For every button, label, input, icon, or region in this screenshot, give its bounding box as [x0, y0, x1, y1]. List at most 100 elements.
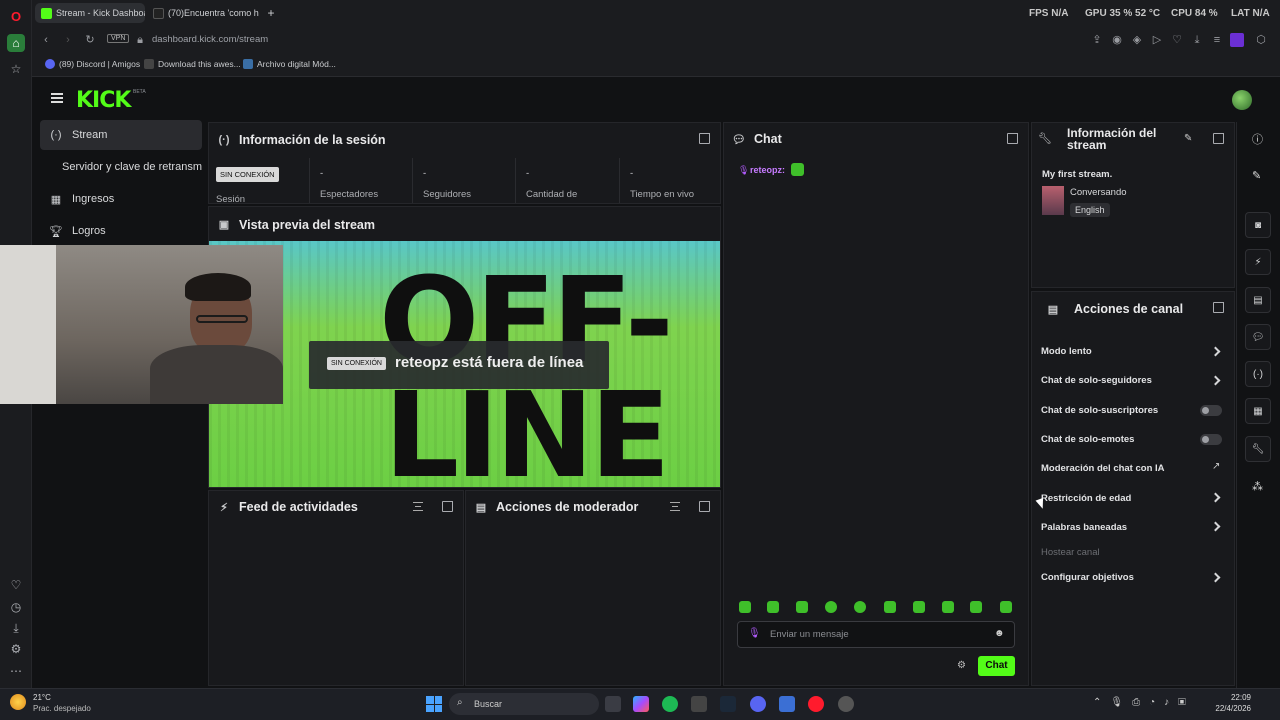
rail-camera-icon[interactable]: ◙	[1245, 212, 1271, 238]
search-placeholder: Buscar	[474, 699, 503, 709]
history-icon[interactable]: ◷	[7, 598, 25, 616]
external-link-icon[interactable]: ↗	[1212, 461, 1220, 472]
heart-icon[interactable]: ♡	[7, 576, 25, 594]
emote-icon[interactable]	[796, 601, 808, 613]
start-icon[interactable]	[426, 696, 442, 712]
emote-icon[interactable]	[739, 601, 751, 613]
popout-icon[interactable]	[442, 501, 453, 512]
extension-icon[interactable]	[1230, 33, 1244, 47]
bookmark-archivo[interactable]: Archivo digital Mód...	[243, 59, 336, 69]
heart-icon[interactable]: ♡	[1170, 33, 1184, 47]
filter-icon[interactable]	[670, 502, 680, 511]
action-modo-lento[interactable]: Modo lento	[1041, 346, 1092, 357]
category-thumbnail[interactable]	[1042, 186, 1064, 215]
nav-server-key[interactable]: Servidor y clave de retransm	[40, 152, 202, 182]
play-icon[interactable]: ▷	[1150, 33, 1164, 47]
reload-icon[interactable]: ↻	[83, 33, 97, 47]
action-moderacion-ia[interactable]: Moderación del chat con IA	[1041, 463, 1165, 474]
app-icon[interactable]	[691, 696, 707, 712]
weather-desc[interactable]: Prac. despejado	[33, 704, 91, 713]
emote-icon[interactable]	[854, 601, 866, 613]
tab-kick-dashboard[interactable]: Stream - Kick Dashboard	[35, 3, 145, 23]
menu-icon[interactable]: ≡	[1210, 33, 1224, 47]
emote-icon[interactable]	[1000, 601, 1012, 613]
box-icon[interactable]: ⬡	[1254, 33, 1268, 47]
popout-icon[interactable]	[1213, 302, 1224, 313]
chat-settings-icon[interactable]: ⚙	[957, 660, 966, 671]
tray-icons[interactable]: ⌃🎙︎⎙◔♪▣	[1093, 697, 1195, 708]
info-icon[interactable]: ⓘ	[1252, 131, 1263, 147]
stream-preview-image[interactable]: OFF- LINE SIN CONEXIÓN reteopz está fuer…	[209, 241, 720, 487]
rail-chat-icon[interactable]: 💬︎	[1245, 324, 1271, 350]
rail-wrench-icon[interactable]: 🔧︎	[1245, 436, 1271, 462]
weather-temp[interactable]: 21°C	[33, 693, 51, 702]
camera-icon[interactable]: ◉	[1110, 33, 1124, 47]
task-view-icon[interactable]	[605, 696, 621, 712]
vpn-badge[interactable]: VPN	[107, 34, 130, 43]
toggle-solo-suscriptores[interactable]	[1200, 405, 1222, 416]
downloads-icon[interactable]: ⤓	[7, 619, 25, 637]
rail-nodes-icon[interactable]: ⁂	[1252, 480, 1263, 493]
rail-broadcast-icon[interactable]: (·)	[1245, 361, 1271, 387]
nav-logros[interactable]: 🏆︎ Logros	[40, 216, 202, 246]
action-solo-seguidores[interactable]: Chat de solo-seguidores	[1041, 375, 1152, 386]
rail-lightning-icon[interactable]: ⚡︎	[1245, 249, 1271, 275]
edit-icon[interactable]: ✎	[1184, 133, 1192, 144]
spotify-icon[interactable]	[662, 696, 678, 712]
url-field[interactable]: dashboard.kick.com/stream	[152, 34, 268, 45]
forward-icon[interactable]: ›	[61, 33, 75, 47]
shield-icon[interactable]: ◈	[1130, 33, 1144, 47]
steam-icon[interactable]	[720, 696, 736, 712]
opera-logo-icon[interactable]: O	[7, 7, 25, 25]
new-tab-button[interactable]: +	[262, 3, 280, 23]
kick-logo[interactable]: KICK	[76, 88, 131, 113]
rail-document-icon[interactable]: ▤	[1245, 287, 1271, 313]
app-icon[interactable]	[779, 696, 795, 712]
bookmark-download[interactable]: Download this awes...	[144, 59, 241, 69]
discord-icon[interactable]	[750, 696, 766, 712]
copilot-icon[interactable]	[633, 696, 649, 712]
action-configurar-objetivos[interactable]: Configurar objetivos	[1041, 572, 1134, 583]
emote-icon[interactable]	[913, 601, 925, 613]
action-palabras-baneadas[interactable]: Palabras baneadas	[1041, 522, 1127, 533]
emote-icon[interactable]	[767, 601, 779, 613]
emote-icon[interactable]	[942, 601, 954, 613]
chat-send-button[interactable]: Chat	[978, 656, 1015, 676]
emote-icon[interactable]	[884, 601, 896, 613]
settings-icon[interactable]: ⚙	[7, 640, 25, 658]
nav-stream[interactable]: (·) Stream	[40, 120, 202, 150]
action-restriccion-edad[interactable]: Restricción de edad	[1041, 493, 1131, 504]
popout-icon[interactable]	[1007, 133, 1018, 144]
more-icon[interactable]: ⋯	[7, 662, 25, 680]
back-icon[interactable]: ‹	[39, 33, 53, 47]
emoji-icon[interactable]: ☻	[994, 628, 1005, 639]
emote-icon[interactable]	[970, 601, 982, 613]
emote-icon[interactable]	[825, 601, 837, 613]
beta-label: BETA	[133, 89, 146, 95]
share-icon[interactable]: ⇪	[1090, 33, 1104, 47]
taskbar-search[interactable]: ⌕ Buscar	[449, 693, 599, 715]
star-icon[interactable]: ☆	[7, 60, 25, 78]
chat-username[interactable]: reteopz:	[750, 165, 785, 175]
nav-ingresos[interactable]: ▦ Ingresos	[40, 184, 202, 214]
home-icon[interactable]: ⌂	[7, 34, 25, 52]
rail-layout-icon[interactable]: ▦	[1245, 398, 1271, 424]
app-icon[interactable]	[838, 696, 854, 712]
clock-date[interactable]: 22/4/2026	[1203, 704, 1251, 713]
weather-icon[interactable]	[10, 694, 26, 710]
hamburger-menu-icon[interactable]	[51, 93, 63, 103]
chat-input[interactable]: 🎙︎ Enviar un mensaje ☻	[737, 621, 1015, 648]
bookmark-discord[interactable]: (89) Discord | Amigos	[45, 59, 140, 69]
filter-icon[interactable]	[413, 502, 423, 511]
pencil-icon[interactable]: ✎	[1252, 169, 1261, 182]
download-icon[interactable]: ⤓	[1190, 33, 1204, 47]
toggle-solo-emotes[interactable]	[1200, 434, 1222, 445]
tab-tiktok[interactable]: (70)Encuentra 'como hace...	[147, 3, 259, 23]
popout-icon[interactable]	[1213, 133, 1224, 144]
opera-icon[interactable]	[808, 696, 824, 712]
user-avatar[interactable]	[1232, 90, 1252, 110]
category-name[interactable]: Conversando	[1070, 187, 1127, 198]
clock-time[interactable]: 22:09	[1213, 693, 1251, 702]
popout-icon[interactable]	[699, 501, 710, 512]
popout-icon[interactable]	[699, 133, 710, 144]
